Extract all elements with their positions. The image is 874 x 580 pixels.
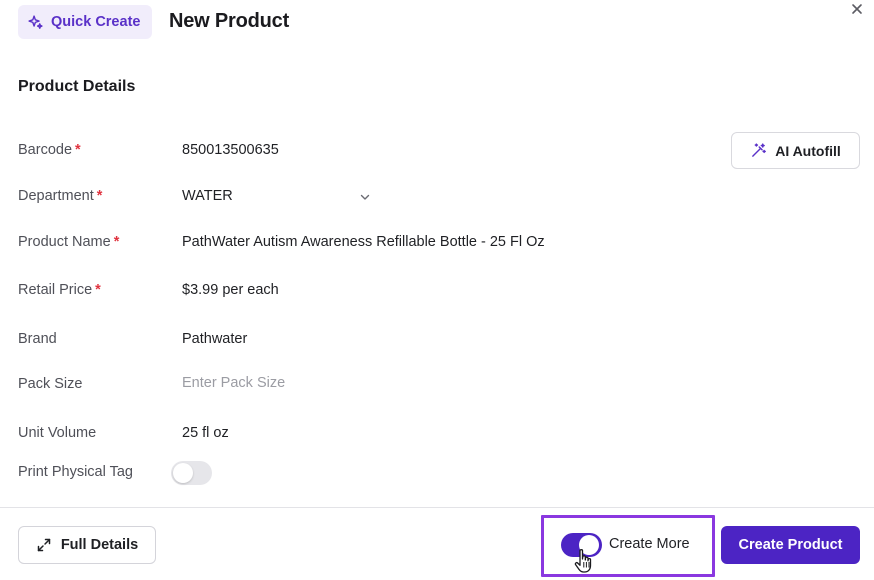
sparkles-icon [28,14,43,29]
section-title: Product Details [18,78,136,95]
modal-title: New Product [169,10,290,32]
required-marker: * [113,234,120,250]
create-more-label[interactable]: Create More [609,536,690,552]
new-product-modal: Quick Create New Product Product Details… [0,0,874,580]
pack-size-label: Pack Size [18,376,83,392]
ai-autofill-button[interactable]: AI Autofill [731,132,860,169]
retail-price-field[interactable]: $3.99 per each [182,282,279,298]
department-select[interactable]: WATER [182,188,233,204]
product-name-label-text: Product Name [18,234,111,250]
close-button[interactable] [849,1,865,17]
hand-cursor-icon [574,549,592,573]
quick-create-label: Quick Create [51,14,141,30]
brand-field[interactable]: Pathwater [182,331,247,347]
footer-divider [0,507,874,508]
full-details-label: Full Details [60,537,139,553]
brand-label: Brand [18,331,57,347]
quick-create-badge: Quick Create [18,5,152,39]
barcode-label-text: Barcode [18,142,73,158]
retail-price-label-text: Retail Price [18,282,93,298]
chevron-down-icon[interactable] [358,190,372,204]
print-physical-tag-label: Print Physical Tag [18,464,133,480]
toggle-knob [173,463,193,483]
product-name-field[interactable]: PathWater Autism Awareness Refillable Bo… [182,234,545,250]
print-physical-tag-toggle[interactable] [171,461,212,485]
magic-wand-icon [752,143,767,157]
ai-autofill-label: AI Autofill [775,142,841,159]
product-name-label: Product Name * [18,234,119,250]
required-marker: * [75,142,81,158]
create-product-button[interactable]: Create Product [721,526,860,564]
pack-size-field[interactable]: Enter Pack Size [182,375,285,391]
close-icon [852,4,862,14]
expand-icon [37,538,51,552]
required-marker: * [95,282,101,298]
department-label-text: Department [18,188,94,204]
required-marker: * [96,188,103,204]
barcode-label: Barcode * [18,142,81,158]
full-details-button[interactable]: Full Details [18,526,156,564]
unit-volume-field[interactable]: 25 fl oz [182,425,229,441]
department-label: Department * [18,188,102,204]
barcode-field[interactable]: 850013500635 [182,142,279,158]
unit-volume-label: Unit Volume [18,425,97,441]
retail-price-label: Retail Price * [18,282,101,298]
